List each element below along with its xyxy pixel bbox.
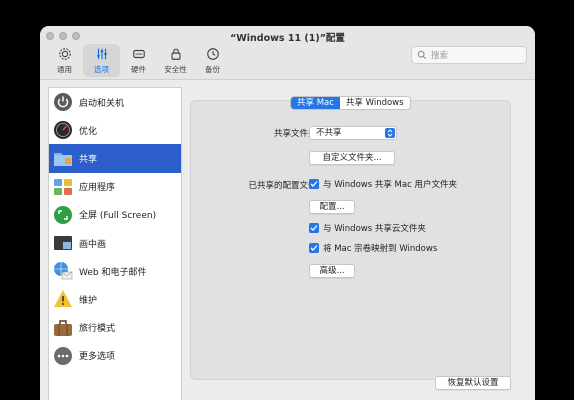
sidebar-item-startup-shutdown[interactable]: 启动和关机 [49, 88, 181, 116]
sidebar-item-label: 全屏 (Full Screen) [79, 211, 157, 222]
config-window: “Windows 11 (1)”配置 通用 选项 硬件 安全性 备份 搜索 启动… [40, 26, 535, 400]
share-mac-user-folders-checkbox[interactable]: 与 Windows 共享 Mac 用户文件夹 [309, 178, 457, 190]
sharing-pane: 共享 Mac 共享 Windows 共享文件夹： 不共享 自定义文件夹... 已… [190, 96, 511, 380]
clock-icon [206, 48, 219, 60]
globe-mail-icon [52, 260, 74, 282]
advanced-button[interactable]: 高级... [309, 264, 355, 278]
sidebar-item-label: 维护 [79, 295, 98, 306]
lock-icon [170, 48, 181, 60]
search-icon [417, 50, 427, 60]
search-placeholder: 搜索 [431, 51, 449, 61]
tab-security[interactable]: 安全性 [157, 44, 194, 77]
suitcase-icon [52, 317, 74, 339]
shared-folders-value: 不共享 [316, 128, 342, 138]
search-field[interactable]: 搜索 [411, 46, 527, 64]
sidebar-item-label: Web 和电子邮件 [79, 267, 147, 278]
fullscreen-icon [52, 204, 74, 226]
sidebar-item-maintenance[interactable]: 维护 [49, 285, 181, 313]
sidebar-item-label: 画中画 [79, 239, 107, 250]
sidebar: 启动和关机 优化 共享 应用程序 全屏 (Full Screen) 画中画 We… [48, 87, 182, 400]
tab-hardware-label: 硬件 [131, 65, 146, 74]
tab-backup-label: 备份 [205, 65, 220, 74]
shared-profile-label: 已共享的配置文件： [248, 181, 325, 191]
segment-share-windows[interactable]: 共享 Windows [340, 97, 410, 109]
segment-share-mac[interactable]: 共享 Mac [291, 97, 340, 109]
checkmark-icon [309, 243, 319, 253]
sidebar-item-sharing[interactable]: 共享 [49, 144, 181, 173]
tab-hardware[interactable]: 硬件 [120, 44, 157, 77]
sidebar-item-applications[interactable]: 应用程序 [49, 173, 181, 201]
sidebar-item-picture-in-picture[interactable]: 画中画 [49, 229, 181, 257]
speedometer-icon [52, 119, 74, 141]
sidebar-item-web-email[interactable]: Web 和电子邮件 [49, 257, 181, 285]
sliders-icon [96, 48, 107, 60]
tab-options-label: 选项 [94, 65, 109, 74]
shared-folders-select[interactable]: 不共享 [309, 126, 397, 140]
warning-icon [52, 288, 74, 310]
gear-icon [58, 48, 71, 60]
sidebar-item-label: 旅行模式 [79, 324, 116, 335]
chevron-updown-icon [385, 128, 395, 138]
share-cloud-folders-checkbox[interactable]: 与 Windows 共享云文件夹 [309, 222, 426, 234]
chip-icon [132, 49, 145, 59]
sidebar-item-more-options[interactable]: 更多选项 [49, 342, 181, 370]
tab-general[interactable]: 通用 [46, 44, 83, 77]
sidebar-item-fullscreen[interactable]: 全屏 (Full Screen) [49, 201, 181, 229]
toolbar: “Windows 11 (1)”配置 通用 选项 硬件 安全性 备份 搜索 [40, 26, 535, 80]
shared-folders-label: 共享文件夹： [273, 129, 325, 139]
tab-security-label: 安全性 [164, 65, 187, 74]
checkmark-icon [309, 179, 319, 189]
custom-folders-button[interactable]: 自定义文件夹... [309, 151, 395, 165]
more-icon [52, 345, 74, 367]
configure-button[interactable]: 配置... [309, 200, 355, 214]
tab-general-label: 通用 [57, 65, 72, 74]
sharing-segmented-control: 共享 Mac 共享 Windows [290, 96, 411, 110]
sidebar-item-label: 优化 [79, 126, 98, 137]
restore-defaults-button[interactable]: 恢复默认设置 [435, 376, 511, 390]
sidebar-item-label: 共享 [79, 154, 98, 165]
share-cloud-folders-label: 与 Windows 共享云文件夹 [323, 224, 426, 234]
window-title: “Windows 11 (1)”配置 [230, 33, 345, 44]
applications-icon [52, 176, 74, 198]
toolbar-tabs: 通用 选项 硬件 安全性 备份 [46, 44, 231, 77]
sidebar-item-optimization[interactable]: 优化 [49, 116, 181, 144]
sidebar-item-label: 更多选项 [79, 352, 116, 363]
checkmark-icon [309, 223, 319, 233]
sidebar-item-label: 应用程序 [79, 183, 116, 194]
share-mac-user-folders-label: 与 Windows 共享 Mac 用户文件夹 [323, 180, 457, 190]
map-mac-volumes-label: 将 Mac 宗卷映射到 Windows [323, 244, 438, 254]
map-mac-volumes-checkbox[interactable]: 将 Mac 宗卷映射到 Windows [309, 242, 437, 254]
tab-backup[interactable]: 备份 [194, 44, 231, 77]
shared-folder-icon [52, 147, 74, 169]
picture-in-picture-icon [52, 232, 74, 254]
power-icon [52, 91, 74, 113]
tab-options[interactable]: 选项 [83, 44, 120, 77]
sidebar-item-label: 启动和关机 [79, 98, 125, 109]
sidebar-item-travel-mode[interactable]: 旅行模式 [49, 314, 181, 342]
